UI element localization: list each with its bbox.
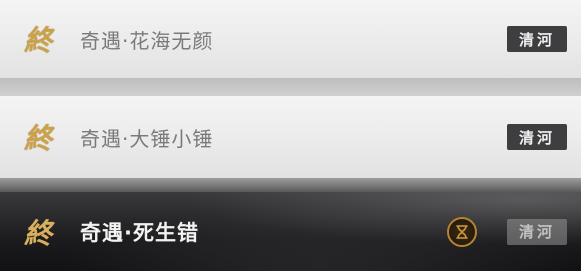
adventure-list: 終 奇遇·花海无颜 清河 終 奇遇·大锤小锤 清河 終 奇遇·死生错 清河 — [0, 0, 581, 271]
hourglass-icon — [447, 216, 477, 247]
location-tag: 清河 — [507, 218, 567, 245]
adventure-title: 奇遇·大锤小锤 — [80, 126, 214, 151]
adventure-title: 奇遇·死生错 — [80, 220, 199, 245]
row-divider — [0, 78, 581, 96]
adventure-row-1[interactable]: 終 奇遇·花海无颜 清河 — [0, 0, 581, 78]
row-divider — [0, 178, 581, 192]
adventure-row-3-selected[interactable]: 終 奇遇·死生错 清河 — [0, 192, 581, 271]
location-tag: 清河 — [507, 124, 567, 150]
completed-mark-icon: 終 — [23, 122, 52, 155]
adventure-row-2[interactable]: 終 奇遇·大锤小锤 清河 — [0, 96, 581, 178]
location-tag: 清河 — [507, 26, 567, 52]
adventure-title: 奇遇·花海无颜 — [80, 28, 214, 53]
completed-mark-icon: 終 — [23, 216, 52, 250]
completed-mark-icon: 終 — [23, 24, 52, 57]
